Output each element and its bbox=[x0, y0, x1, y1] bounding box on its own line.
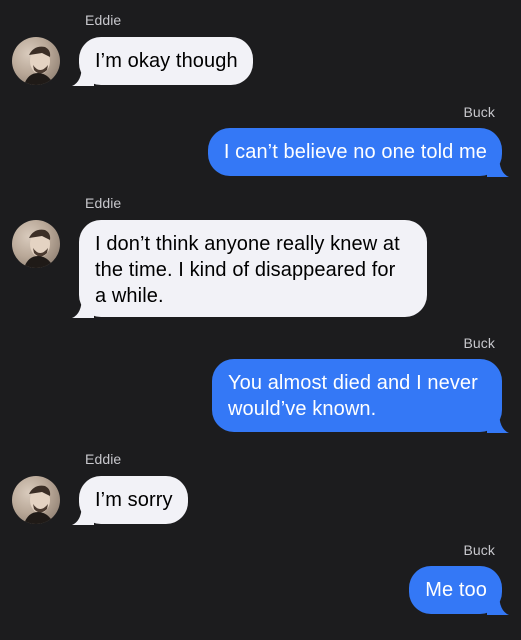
message-text: Me too bbox=[425, 579, 487, 601]
sender-name: Eddie bbox=[85, 195, 122, 211]
sender-name: Buck bbox=[463, 104, 495, 120]
message-text: You almost died and I never would’ve kno… bbox=[228, 372, 478, 420]
outgoing-message-bubble[interactable]: I can’t believe no one told me bbox=[207, 128, 509, 177]
avatar[interactable] bbox=[12, 37, 60, 85]
message-text: I’m okay though bbox=[95, 50, 238, 72]
message-text: I don’t think anyone really knew at the … bbox=[95, 233, 400, 307]
message-text: I’m sorry bbox=[95, 489, 173, 511]
bubble-tail-icon bbox=[487, 155, 509, 177]
sender-name: Buck bbox=[463, 542, 495, 558]
avatar-portrait-icon bbox=[24, 485, 54, 524]
outgoing-message-bubble[interactable]: Me too bbox=[409, 566, 509, 615]
message-text: I can’t believe no one told me bbox=[223, 141, 487, 163]
avatar-portrait-icon bbox=[24, 46, 54, 85]
incoming-message-bubble[interactable]: I’m okay though bbox=[72, 37, 253, 86]
bubble-tail-icon bbox=[487, 411, 509, 433]
avatar-portrait-icon bbox=[24, 229, 54, 268]
incoming-message-bubble[interactable]: I’m sorry bbox=[72, 476, 188, 525]
sender-name: Eddie bbox=[85, 12, 122, 28]
sender-name: Buck bbox=[463, 335, 495, 351]
sender-name: Eddie bbox=[85, 451, 122, 467]
outgoing-message-bubble[interactable]: You almost died and I never would’ve kno… bbox=[212, 359, 509, 433]
bubble-tail-icon bbox=[72, 64, 94, 86]
avatar[interactable] bbox=[12, 476, 60, 524]
incoming-message-bubble[interactable]: I don’t think anyone really knew at the … bbox=[72, 220, 427, 318]
avatar[interactable] bbox=[12, 220, 60, 268]
message-thread: Eddie I’m okay though Buck I can’t belie… bbox=[0, 0, 521, 640]
bubble-tail-icon bbox=[72, 503, 94, 525]
bubble-tail-icon bbox=[487, 593, 509, 615]
bubble-tail-icon bbox=[72, 296, 94, 318]
